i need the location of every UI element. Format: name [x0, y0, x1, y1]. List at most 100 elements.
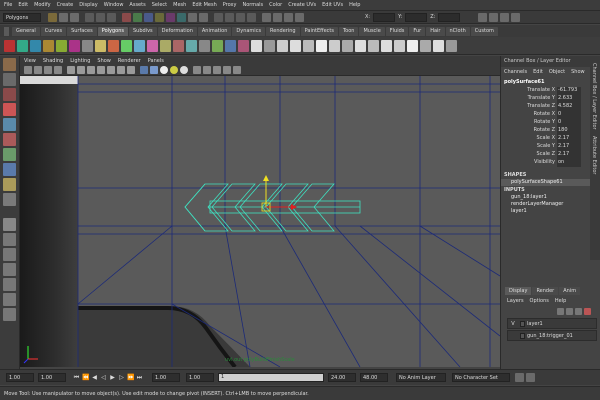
safe-title-icon[interactable]	[127, 66, 135, 74]
xray-icon[interactable]	[203, 66, 211, 74]
textured-icon[interactable]	[193, 66, 201, 74]
viewport-menu-shading[interactable]: Shading	[43, 58, 63, 64]
mask-handle-icon[interactable]	[122, 12, 131, 22]
uv-editor-icon[interactable]	[368, 39, 379, 52]
film-gate-icon[interactable]	[77, 66, 85, 74]
channel-box-object-name[interactable]: polySurface61	[501, 77, 600, 87]
auto-key-icon[interactable]	[515, 373, 524, 382]
playback-start-field[interactable]: 1.00	[6, 373, 34, 382]
menu-edit-mesh[interactable]: Edit Mesh	[192, 2, 216, 8]
menu-edit[interactable]: Edit	[18, 2, 28, 8]
menu-select[interactable]: Select	[152, 2, 167, 8]
camera-select-icon[interactable]	[24, 66, 32, 74]
attr-row-scale-x[interactable]: Scale X 2.17	[501, 135, 600, 143]
attr-row-scale-z[interactable]: Scale Z 2.17	[501, 151, 600, 159]
bookmark-icon[interactable]	[44, 66, 52, 74]
layout-two-icon[interactable]	[3, 248, 16, 261]
render-settings-icon[interactable]	[295, 12, 304, 22]
normals-icon[interactable]	[420, 39, 431, 52]
menu-assets[interactable]: Assets	[129, 2, 145, 8]
menu-display[interactable]: Display	[79, 2, 97, 8]
field-chart-icon[interactable]	[107, 66, 115, 74]
scale-tool-icon[interactable]	[3, 133, 16, 146]
poly-soccer-ball-icon[interactable]	[134, 39, 145, 52]
isolate-select-icon[interactable]	[213, 66, 221, 74]
channel-menu-channels[interactable]: Channels	[504, 69, 527, 75]
viewport-menu-show[interactable]: Show	[97, 58, 111, 64]
checker-icon[interactable]	[407, 39, 418, 52]
shelf-tab-ncloth[interactable]: nCloth	[445, 26, 470, 36]
show-tool-settings-icon[interactable]	[500, 12, 510, 22]
attr-row-translate-y[interactable]: Translate Y 2.633	[501, 95, 600, 103]
side-tab-attribute-editor[interactable]: Attribute Editor	[590, 133, 598, 177]
input-item[interactable]: gun_18:layer1	[501, 194, 600, 201]
viewport[interactable]: uvl.out polyBuildFinishScale	[20, 76, 500, 367]
attr-value[interactable]: 180	[557, 127, 581, 135]
channel-menu-object[interactable]: Object	[549, 69, 565, 75]
append-polygon-icon[interactable]	[264, 39, 275, 52]
shelf-tab-animation[interactable]: Animation	[197, 26, 232, 36]
viewport-menu-panels[interactable]: Panels	[148, 58, 164, 64]
play-forward-icon[interactable]: ▶	[109, 374, 116, 381]
shelf-tab-toon[interactable]: Toon	[338, 26, 359, 36]
attr-row-rotate-y[interactable]: Rotate Y0	[501, 119, 600, 127]
menu-proxy[interactable]: Proxy	[223, 2, 237, 8]
attr-row-rotate-x[interactable]: Rotate X0	[501, 111, 600, 119]
viewport-menu-lighting[interactable]: Lighting	[70, 58, 90, 64]
bevel-icon[interactable]	[342, 39, 353, 52]
poly-helix-icon[interactable]	[121, 39, 132, 52]
attr-value[interactable]: 0	[557, 119, 581, 127]
image-plane-icon[interactable]	[54, 66, 62, 74]
smooth-icon[interactable]	[212, 39, 223, 52]
lasso-tool-icon[interactable]	[3, 73, 16, 86]
open-scene-icon[interactable]	[59, 12, 68, 22]
harden-edge-icon[interactable]	[446, 39, 457, 52]
layer-tab-display[interactable]: Display	[505, 287, 532, 295]
layout-custom-icon[interactable]	[3, 308, 16, 321]
wireframe-icon[interactable]	[140, 66, 148, 74]
playback-end-field[interactable]: 48.00	[360, 373, 388, 382]
attr-value[interactable]: 2.633	[557, 95, 581, 103]
select-object-icon[interactable]	[96, 12, 105, 22]
move-tool-icon[interactable]	[3, 103, 16, 116]
poly-pyramid-icon[interactable]	[95, 39, 106, 52]
anim-layer-selector[interactable]: No Anim Layer	[396, 373, 446, 382]
shelf-tab-subdivs[interactable]: Subdivs	[129, 26, 157, 36]
mask-curve-icon[interactable]	[144, 12, 153, 22]
gate-mask-icon[interactable]	[97, 66, 105, 74]
ipr-render-icon[interactable]	[284, 12, 293, 22]
attr-row-translate-z[interactable]: Translate Z 4.582	[501, 103, 600, 111]
character-set-selector[interactable]: No Character Set	[452, 373, 510, 382]
menu-modify[interactable]: Modify	[34, 2, 51, 8]
select-tool-icon[interactable]	[3, 58, 16, 71]
layer-tab-anim[interactable]: Anim	[559, 287, 581, 295]
resolution-gate-icon[interactable]	[87, 66, 95, 74]
side-tab-channel-box-layer-editor[interactable]: Channel Box / Layer Editor	[590, 60, 598, 133]
camera-attributes-icon[interactable]	[34, 66, 42, 74]
viewport-menu-renderer[interactable]: Renderer	[118, 58, 141, 64]
soften-edge-icon[interactable]	[433, 39, 444, 52]
range-slider-knob[interactable]: 1	[219, 374, 323, 381]
poly-prism-icon[interactable]	[82, 39, 93, 52]
menu-mesh[interactable]: Mesh	[173, 2, 186, 8]
universal-manip-icon[interactable]	[3, 148, 16, 161]
poly-cylinder-icon[interactable]	[30, 39, 41, 52]
combine-icon[interactable]	[160, 39, 171, 52]
smooth-shade-icon[interactable]	[150, 66, 158, 74]
mirror-icon[interactable]	[238, 39, 249, 52]
offset-edge-loop-icon[interactable]	[303, 39, 314, 52]
layer-up-icon[interactable]	[557, 308, 564, 315]
layer-row[interactable]: Vlayer1	[507, 318, 597, 329]
input-item[interactable]: renderLayerManager	[501, 201, 600, 208]
field-x-input[interactable]	[373, 12, 396, 22]
layer-row[interactable]: gun_18:trigger_01	[507, 330, 597, 341]
menu-normals[interactable]: Normals	[242, 2, 263, 8]
snap-curve-icon[interactable]	[225, 12, 234, 22]
mask-render-icon[interactable]	[188, 12, 197, 22]
history-icon[interactable]	[262, 12, 271, 22]
snap-grid-icon[interactable]	[214, 12, 223, 22]
automatic-mapping-icon[interactable]	[394, 39, 405, 52]
attr-row-rotate-z[interactable]: Rotate Z 180	[501, 127, 600, 135]
layer-down-icon[interactable]	[566, 308, 573, 315]
current-time-field[interactable]: 1.00	[152, 373, 180, 382]
